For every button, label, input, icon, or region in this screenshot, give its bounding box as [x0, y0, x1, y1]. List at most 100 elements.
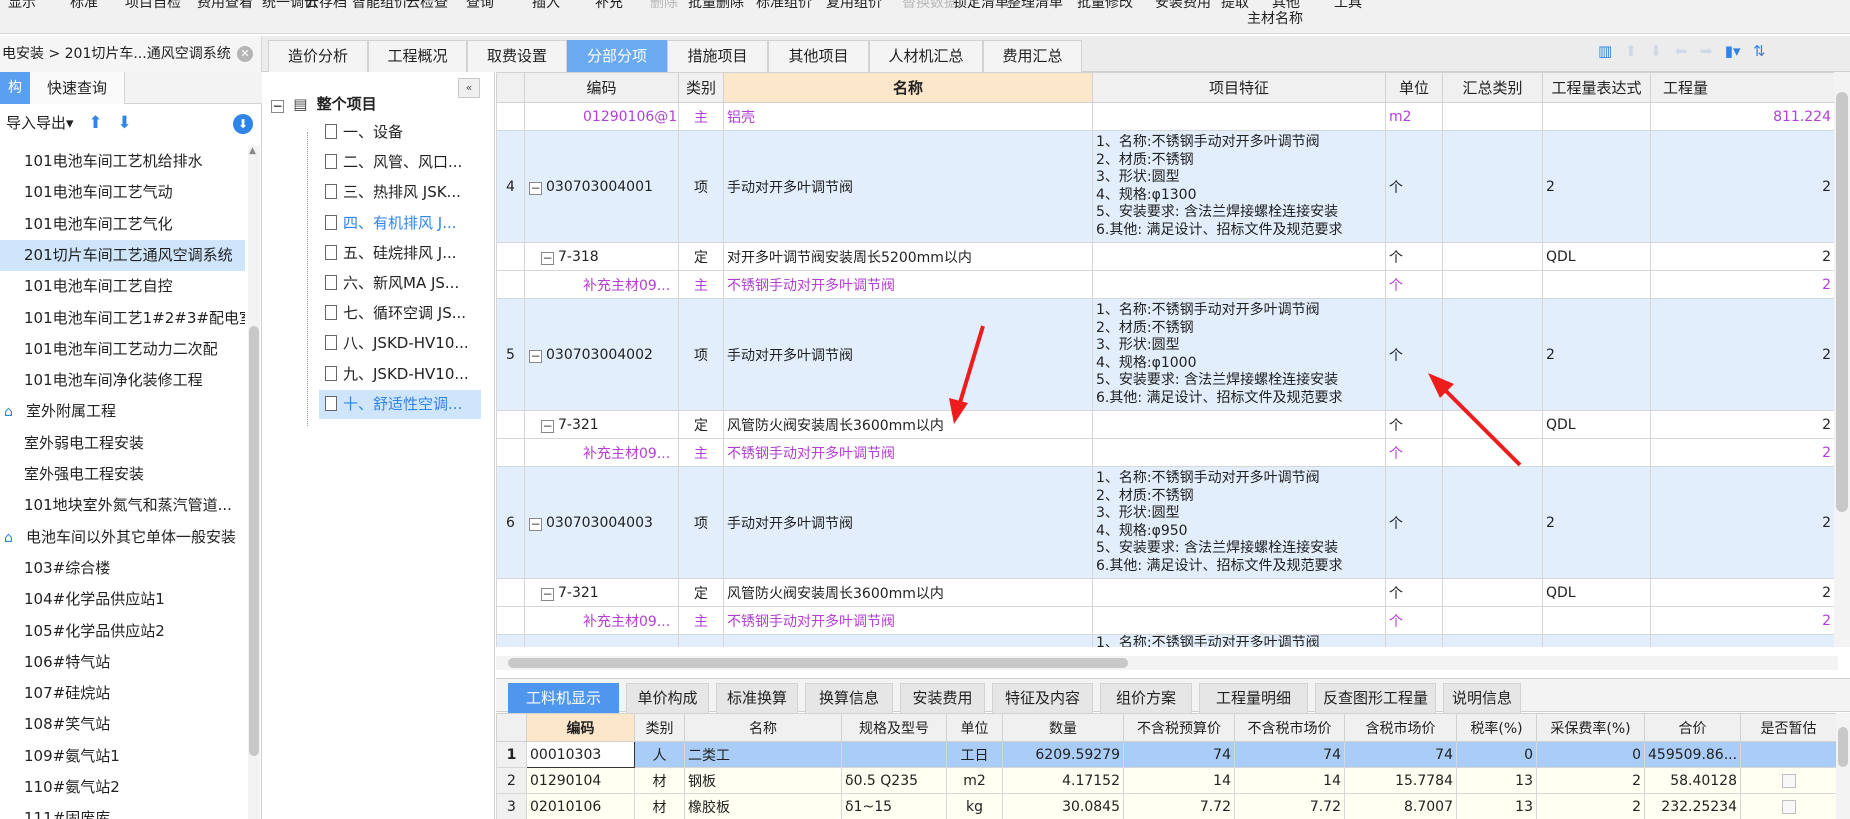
close-icon[interactable]: ✕ — [237, 46, 253, 62]
code-cell[interactable]: −030703004003 — [524, 466, 679, 579]
tab-detail[interactable]: 工程量明细 — [1199, 683, 1308, 713]
resource-row[interactable]: 1 00010303 人二类工 工日 6209.59279 74 74 74 0 0 459509.… — [496, 741, 1837, 768]
category-cell[interactable]: 定 — [678, 578, 724, 607]
feature-cell[interactable] — [1092, 270, 1386, 299]
import-export-button[interactable]: 导入导出▾ — [6, 114, 74, 132]
summary-category-cell[interactable] — [1442, 102, 1543, 131]
summary-category-cell[interactable] — [1442, 242, 1543, 271]
resource-col-header[interactable] — [496, 713, 527, 742]
resource-row[interactable]: 3 02010106 材橡胶板 δ1~15 kg 30.0845 7.72 7.72 8.700… — [496, 793, 1837, 819]
name-cell[interactable]: 不锈钢手动对开多叶调节阀 — [723, 606, 1093, 635]
collapse-icon[interactable]: − — [529, 181, 542, 195]
resource-col-header[interactable]: 单位 — [946, 713, 1003, 742]
col-name[interactable]: 名称 — [723, 72, 1093, 103]
unit-cell[interactable] — [1385, 634, 1443, 647]
resource-col-header[interactable]: 采保费率(%) — [1536, 713, 1645, 742]
quantity-expr-cell[interactable] — [1542, 270, 1651, 299]
resource-category-cell[interactable]: 材 — [634, 793, 685, 819]
grid-row[interactable]: −7-321 定风管防火阀安装周长3600mm以内个 QDL 2 — [496, 410, 1835, 439]
grid-hscrollbar[interactable] — [496, 656, 1838, 670]
download-icon[interactable]: ⬇ — [233, 114, 253, 134]
tab-main[interactable]: 费用汇总 — [983, 40, 1082, 72]
tab-detail[interactable]: 工料机显示 — [508, 683, 619, 713]
project-tree-item[interactable]: ⌂ 电池车间以外其它单体一般安装 — [0, 522, 245, 553]
resource-code-cell[interactable]: 02010106 — [526, 793, 635, 819]
grid-row[interactable]: 补充主材09... 主不锈钢手动对开多叶调节阀 个 2 — [496, 438, 1835, 467]
breadcrumb[interactable]: 电安装 > 201切片车...通风空调系统 ✕ — [0, 36, 262, 72]
category-cell[interactable]: 主 — [678, 438, 724, 467]
section-item[interactable]: 九、JSKD-HV10... — [319, 360, 481, 389]
ribbon-item[interactable]: 费用查看 — [197, 0, 253, 12]
project-tree-item[interactable]: 101电池车间工艺1#2#3#配电室 — [0, 303, 245, 334]
category-cell[interactable]: 定 — [678, 410, 724, 439]
quantity-cell[interactable]: 2 — [1650, 270, 1835, 299]
category-cell[interactable]: 主 — [678, 270, 724, 299]
feature-cell[interactable] — [1092, 102, 1386, 131]
quantity-cell[interactable]: 2 — [1650, 298, 1835, 411]
grid-row[interactable]: 6−030703004003 项手动对开多叶调节阀 1、名称:不锈钢手动对开多叶调节… — [496, 466, 1835, 579]
scroll-thumb[interactable] — [249, 326, 259, 756]
name-cell[interactable]: 风管防火阀安装周长3600mm以内 — [723, 410, 1093, 439]
resource-unit-cell[interactable]: kg — [946, 793, 1003, 819]
resource-col-header[interactable]: 数量 — [1002, 713, 1124, 742]
code-cell[interactable]: −7-321 — [524, 578, 679, 607]
summary-category-cell[interactable] — [1442, 410, 1543, 439]
tab-quick-query[interactable]: 快速查询 — [30, 72, 125, 104]
move-right-icon[interactable]: ➡ — [1700, 42, 1713, 60]
resource-name-cell[interactable]: 二类工 — [684, 741, 842, 768]
project-tree-item[interactable]: 101电池车间工艺气化 — [0, 209, 245, 240]
name-cell[interactable]: 风管防火阀安装周长3600mm以内 — [723, 578, 1093, 607]
feature-cell[interactable]: 1、名称:不锈钢手动对开多叶调节阀 2、材质:不锈钢 3、形状:圆型 4、规格:… — [1092, 466, 1386, 579]
resource-col-header[interactable]: 规格及型号 — [841, 713, 947, 742]
resource-code-cell[interactable]: 01290104 — [526, 767, 635, 794]
name-cell[interactable]: 不锈钢手动对开多叶调节阀 — [723, 270, 1093, 299]
section-item[interactable]: 八、JSKD-HV10... — [319, 329, 481, 358]
quantity-expr-cell[interactable]: QDL — [1542, 578, 1651, 607]
quantity-expr-cell[interactable]: QDL — [1542, 242, 1651, 271]
resource-col-header[interactable]: 名称 — [684, 713, 842, 742]
resource-col-header[interactable]: 是否暂估 — [1740, 713, 1837, 742]
project-tree-item[interactable]: 108#笑气站 — [0, 709, 245, 740]
quantity-expr-cell[interactable]: QDL — [1542, 410, 1651, 439]
resource-quantity-cell[interactable]: 4.17152 — [1002, 767, 1124, 794]
name-cell[interactable]: 对开多叶调节阀安装周长5200mm以内 — [723, 242, 1093, 271]
collapse-icon[interactable]: − — [541, 251, 554, 265]
scroll-thumb[interactable] — [1836, 92, 1848, 512]
quantity-expr-cell[interactable]: 2 — [1542, 130, 1651, 243]
summary-category-cell[interactable] — [1442, 270, 1543, 299]
ribbon-item[interactable]: 标准 — [70, 0, 98, 12]
resource-col-header[interactable]: 编码 — [526, 713, 635, 742]
ribbon-item[interactable]: 云存档 — [305, 0, 347, 12]
budget-price-cell[interactable]: 14 — [1123, 767, 1235, 794]
summary-category-cell[interactable] — [1442, 298, 1543, 411]
tab-main[interactable]: 造价分析 — [268, 40, 368, 72]
quantity-cell[interactable] — [1650, 634, 1835, 647]
grid-vscrollbar[interactable] — [1834, 72, 1850, 647]
summary-category-cell[interactable] — [1442, 606, 1543, 635]
collapse-icon[interactable]: − — [271, 100, 284, 113]
section-item[interactable]: 一、设备 — [319, 118, 481, 147]
section-item[interactable]: 三、热排风 JSK... — [319, 178, 481, 207]
tax-rate-cell[interactable]: 13 — [1456, 767, 1537, 794]
ribbon-item[interactable]: 智能组价 — [352, 0, 408, 12]
color-mark-icon[interactable]: ▮▾ — [1725, 42, 1741, 60]
quantity-cell[interactable]: 2 — [1650, 438, 1835, 467]
market-price-cell[interactable]: 14 — [1234, 767, 1345, 794]
name-cell[interactable]: 不锈钢手动对开多叶调节阀 — [723, 438, 1093, 467]
quantity-expr-cell[interactable]: 2 — [1542, 298, 1651, 411]
project-tree-item[interactable]: 101电池车间工艺气动 — [0, 177, 245, 208]
resource-unit-cell[interactable]: 工日 — [946, 741, 1003, 768]
project-tree-item[interactable]: 室外弱电工程安装 — [0, 428, 245, 459]
tab-detail[interactable]: 反查图形工程量 — [1315, 683, 1436, 713]
resource-col-header[interactable]: 类别 — [634, 713, 685, 742]
feature-cell[interactable] — [1092, 606, 1386, 635]
category-cell[interactable] — [678, 634, 724, 647]
tab-main[interactable]: 分部分项 — [567, 40, 667, 72]
unit-cell[interactable]: 个 — [1385, 606, 1443, 635]
move-down-icon[interactable]: ⬇ — [1650, 42, 1663, 60]
quantity-cell[interactable]: 2 — [1650, 606, 1835, 635]
resource-scrollbar[interactable] — [1836, 713, 1850, 819]
code-cell[interactable]: 补充主材09... — [524, 606, 679, 635]
tab-detail[interactable]: 说明信息 — [1443, 683, 1521, 713]
feature-cell[interactable] — [1092, 578, 1386, 607]
